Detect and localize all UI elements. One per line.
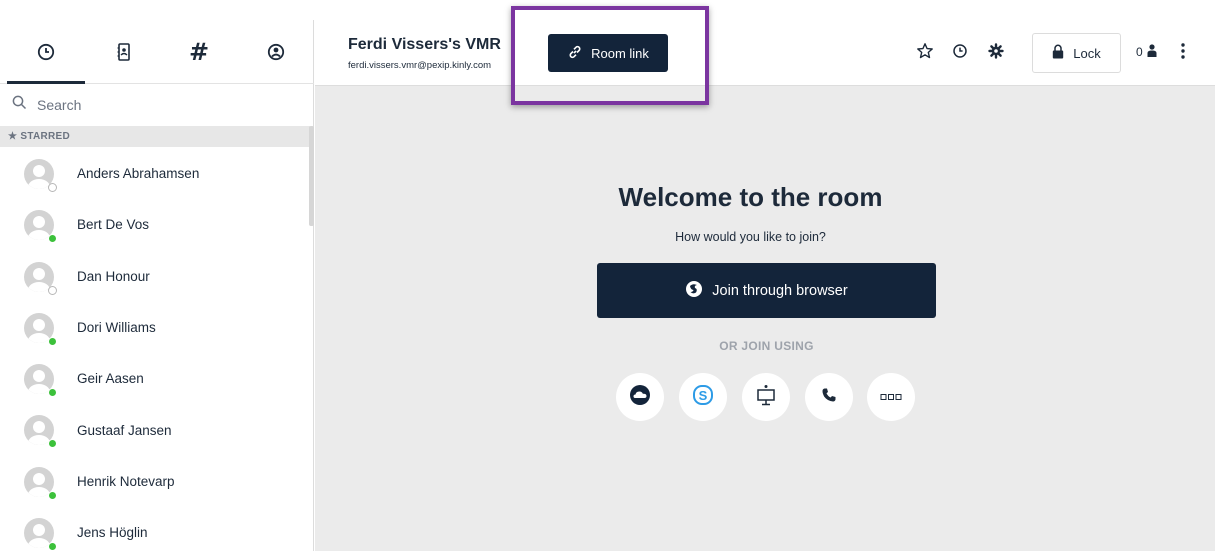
- status-indicator-online: [48, 490, 57, 500]
- status-indicator-online: [48, 336, 57, 346]
- tab-profile[interactable]: [237, 20, 315, 84]
- welcome-title: Welcome to the room: [618, 182, 883, 212]
- participants-button[interactable]: 0: [1136, 44, 1157, 60]
- hash-icon: #: [188, 38, 210, 66]
- join-more-options-button[interactable]: [867, 373, 915, 421]
- lock-label: Lock: [1073, 45, 1101, 61]
- person-icon: [1147, 44, 1157, 60]
- contact-name: Anders Abrahamsen: [77, 166, 200, 182]
- settings-button[interactable]: [984, 41, 1008, 65]
- join-browser-label: Join through browser: [712, 282, 848, 299]
- contact-item[interactable]: Gustaaf Jansen: [0, 404, 310, 455]
- contact-name: Dori Williams: [77, 320, 156, 336]
- main-panel: Ferdi Vissers's VMR ferdi.vissers.vmr@pe…: [315, 6, 1215, 551]
- tab-contacts[interactable]: [85, 20, 163, 84]
- lock-button[interactable]: Lock: [1032, 33, 1121, 73]
- browser-icon: [685, 280, 712, 302]
- contact-item[interactable]: Anders Abrahamsen: [0, 148, 310, 199]
- tab-recent[interactable]: [7, 20, 85, 84]
- history-button[interactable]: [948, 41, 972, 65]
- join-cloud-app-button[interactable]: [616, 373, 664, 421]
- contact-item[interactable]: Henrik Notevarp: [0, 456, 310, 507]
- status-indicator-online: [48, 234, 57, 244]
- recent-clock-icon: [37, 43, 55, 61]
- phone-icon: [821, 387, 837, 408]
- contact-item[interactable]: Bert De Vos: [0, 199, 310, 250]
- favorite-button[interactable]: [913, 41, 937, 65]
- contact-list: Anders Abrahamsen Bert De Vos Dan Honour…: [0, 148, 310, 558]
- cloud-icon: [629, 384, 651, 411]
- contact-name: Geir Aasen: [77, 371, 144, 387]
- history-icon: [952, 43, 968, 64]
- contact-item[interactable]: Dori Williams: [0, 302, 310, 353]
- room-email: ferdi.vissers.vmr@pexip.kinly.com: [348, 60, 492, 71]
- room-link-button[interactable]: Room link: [548, 34, 668, 72]
- room-link-label: Room link: [591, 45, 649, 61]
- contact-name: Jens Höglin: [77, 525, 148, 541]
- contact-name: Gustaaf Jansen: [77, 422, 172, 438]
- svg-text:S: S: [699, 388, 708, 403]
- contact-name: Dan Honour: [77, 268, 150, 284]
- room-header: Ferdi Vissers's VMR ferdi.vissers.vmr@pe…: [315, 6, 1215, 105]
- starred-section-header: ★ STARRED: [0, 126, 310, 147]
- status-indicator-offline: [48, 183, 57, 192]
- settings-gear-icon: [988, 42, 1004, 64]
- join-phone-button[interactable]: [805, 373, 853, 421]
- sidebar-tabs: #: [0, 20, 314, 84]
- contact-item[interactable]: Geir Aasen: [0, 353, 310, 404]
- join-prompt: How would you like to join?: [675, 230, 826, 244]
- contact-item[interactable]: Dan Honour: [0, 251, 310, 302]
- star-icon: [916, 42, 934, 65]
- or-join-using-label: OR JOIN USING: [719, 339, 814, 353]
- tab-rooms[interactable]: #: [160, 20, 238, 84]
- join-room-system-button[interactable]: [742, 373, 790, 421]
- status-indicator-online: [48, 439, 57, 449]
- join-through-browser-button[interactable]: Join through browser: [597, 263, 936, 318]
- room-system-icon: [756, 384, 776, 411]
- contact-name: Bert De Vos: [77, 217, 150, 233]
- search-input[interactable]: [37, 97, 277, 113]
- address-book-icon: [117, 43, 131, 61]
- contact-item[interactable]: Jens Höglin: [0, 507, 310, 558]
- status-indicator-online: [48, 542, 57, 552]
- status-indicator-online: [48, 388, 57, 398]
- status-indicator-offline: [48, 285, 57, 295]
- user-circle-icon: [267, 43, 285, 61]
- lock-icon: [1052, 44, 1073, 62]
- sidebar: # ★ STARRED Anders Abrahamsen: [0, 20, 314, 552]
- contact-name: Henrik Notevarp: [77, 473, 175, 489]
- join-skype-button[interactable]: S: [679, 373, 727, 421]
- room-title: Ferdi Vissers's VMR: [348, 36, 501, 53]
- search-icon: [12, 95, 37, 115]
- app-window: # ★ STARRED Anders Abrahamsen: [0, 0, 1215, 552]
- participant-count: 0: [1136, 45, 1143, 59]
- skype-icon: S: [692, 384, 714, 411]
- search-bar: [0, 84, 314, 126]
- link-icon: [567, 44, 591, 63]
- more-options-icon: [880, 388, 902, 406]
- more-vertical-icon: [1181, 42, 1185, 64]
- more-menu-button[interactable]: [1177, 41, 1189, 65]
